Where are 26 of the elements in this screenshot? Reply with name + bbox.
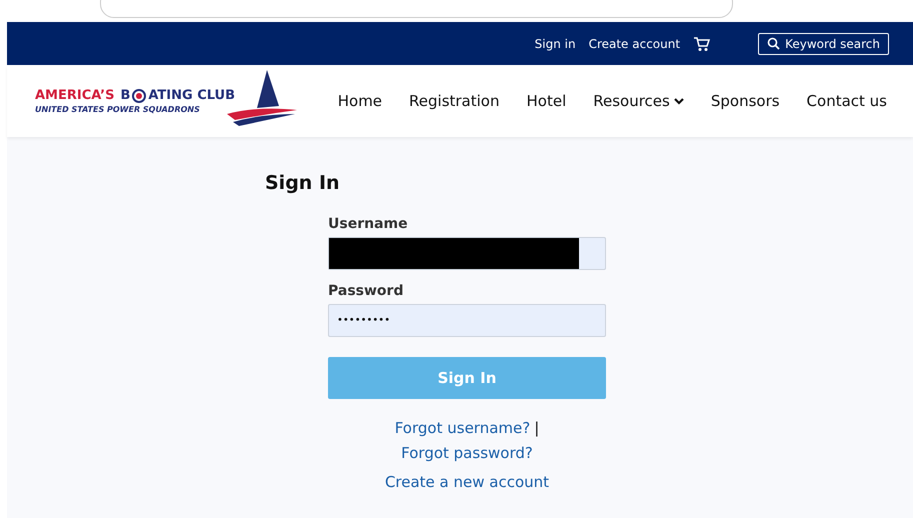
nav-link[interactable]: Sponsors xyxy=(710,92,780,110)
field-label: Password xyxy=(328,283,404,299)
chevron-down-icon xyxy=(674,97,684,105)
top-link[interactable]: Create account xyxy=(588,36,680,50)
link[interactable]: Create a new account xyxy=(384,472,550,490)
keyword-search-button[interactable]: Keyword search xyxy=(758,32,889,54)
nav-link[interactable]: Resources xyxy=(593,92,684,110)
logo-subtitle: UNITED STATES POWER SQUADRONS xyxy=(35,105,201,114)
page-title: Sign In xyxy=(265,172,341,194)
nav-link[interactable]: Contact us xyxy=(806,92,887,110)
cart-icon[interactable] xyxy=(693,36,710,52)
logo-text: ATING CLUB xyxy=(148,88,236,103)
field-label: Username xyxy=(328,216,409,232)
logo-text: AMERICA’S xyxy=(35,88,114,103)
search-icon xyxy=(767,37,780,50)
input-field[interactable] xyxy=(328,237,606,270)
logo-text: B xyxy=(120,88,130,103)
link[interactable]: Forgot username? xyxy=(394,418,530,436)
nav-link[interactable]: Hotel xyxy=(526,92,566,110)
separator: | xyxy=(534,418,540,436)
link[interactable]: Forgot password? xyxy=(401,444,533,462)
input-field[interactable]: ••••••••• xyxy=(328,304,606,337)
nav-link[interactable]: Registration xyxy=(409,92,500,110)
emblem-icon xyxy=(132,88,146,102)
top-link[interactable]: Sign in xyxy=(534,36,576,50)
nav-link[interactable]: Home xyxy=(338,92,382,110)
